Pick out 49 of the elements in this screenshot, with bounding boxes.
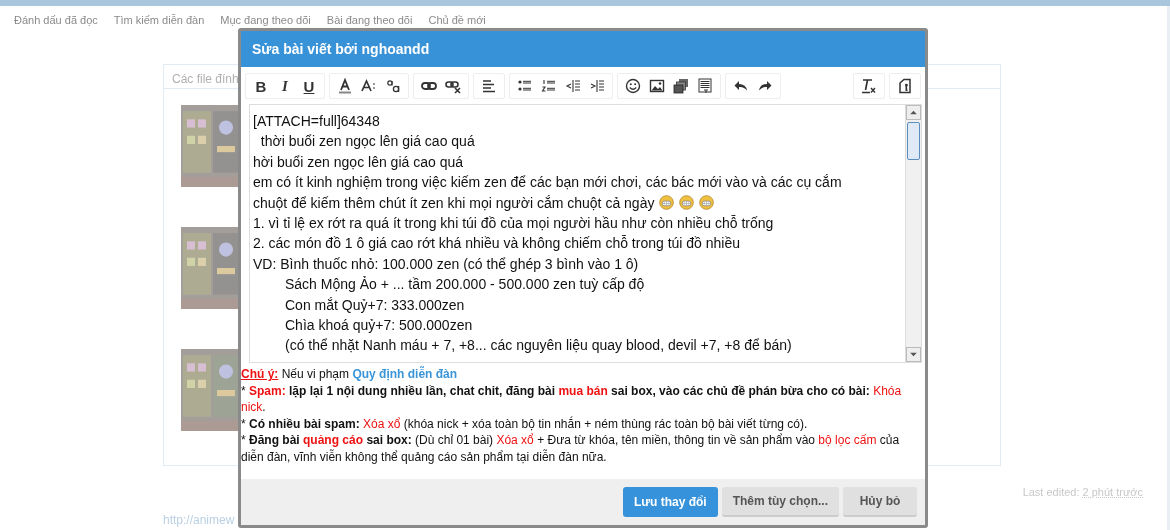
format-button[interactable]: I <box>275 77 295 95</box>
nav-link[interactable]: Tìm kiếm diễn đàn <box>113 14 205 34</box>
editor-line: 1. vì tỉ lệ ex rớt ra quá ít trong khi túi đồ của mọi người hầu như còn nhiều chỗ trống <box>253 214 775 234</box>
editor-line: Chìa khoá quỷ+7: 500.000zen <box>284 316 474 336</box>
attachments-title: Các file đính <box>172 72 239 86</box>
scrollbar-thumb[interactable] <box>907 122 920 160</box>
grin-emoticon-icon <box>679 195 695 211</box>
media-icon[interactable] <box>673 78 689 94</box>
image-icon[interactable] <box>649 78 665 94</box>
scroll-down-icon[interactable] <box>910 352 917 357</box>
editor-line: VD: Bình thuốc nhỏ: 100.000 zen (có thể ghép 3 bình vào 1 ô) <box>253 254 640 274</box>
source-mode-icon[interactable] <box>897 78 913 94</box>
dialog-button[interactable]: Thêm tùy chọn... <box>721 487 839 517</box>
grin-emoticon-icon <box>659 195 675 211</box>
bullet-list-icon[interactable] <box>517 78 533 94</box>
numbered-list-icon[interactable] <box>541 78 557 94</box>
template-icon[interactable] <box>697 78 713 94</box>
clear-formatting-icon[interactable] <box>861 78 877 94</box>
editor-line: [ATTACH=full]64348 <box>253 112 381 131</box>
unlink-icon[interactable] <box>445 78 461 94</box>
format-button[interactable]: U <box>299 77 319 95</box>
message-editor[interactable] <box>249 104 922 363</box>
rule-text: * Spam: lặp lại 1 nội dung nhiều lần, chat chit, đăng bài mua bán sai box, vào các chủ đề phán bừa cho có bài: Khóa nick. <box>241 382 903 416</box>
editor-line: em có ít kinh nghiệm trong việc kiếm zen để các bạn mới chơi, các bác mới vào và các cụ cắm <box>253 173 843 193</box>
grin-emoticon-icon <box>699 195 715 211</box>
editor-line: (có thể nhặt Nanh máu + 7, +8... các nguyên liệu quay blood, devil +7, +8 để bán) <box>284 336 793 356</box>
font-size-icon[interactable] <box>361 78 377 94</box>
editor-line: hời buổi zen ngọc lên giá cao quá <box>253 152 464 172</box>
editor-line: Sách Mộng Ảo + ... tầm 200.000 - 500.000 zen tuỳ cấp độ <box>284 275 646 295</box>
rule-text: * Đăng bài quảng cáo sai box: (Dù chỉ 01 bài) Xóa xổ + Đưa từ khóa, tên miền, thông tin về sản phẩm vào bộ lọc cấm của diễn đàn, vĩnh viễn không thể quảng cáo sản phẩm tại diễn đàn nữa. <box>241 432 901 465</box>
rule-text: * Có nhiều bài spam: Xóa xổ (khóa nick + xóa toàn bộ tin nhắn + ném thùng rác toàn bộ bài viết từng có). <box>241 415 809 432</box>
indent-icon[interactable] <box>589 78 605 94</box>
smiley-icon[interactable] <box>625 78 641 94</box>
editor-line: thời buổi zen ngọc lên giá cao quá <box>259 132 476 152</box>
format-button[interactable]: B <box>251 77 271 95</box>
editor-line: chuột để kiếm thêm chút ít zen khi mọi người cắm chuột cả ngày <box>253 193 655 213</box>
font-style-icon[interactable] <box>385 78 401 94</box>
save-button[interactable]: Lưu thay đổi <box>622 487 718 517</box>
rule-text: Chú ý: Nếu vi phạm Quy định diễn đàn <box>241 366 459 383</box>
align-left-icon[interactable] <box>481 78 497 94</box>
nav-link[interactable]: Đánh dấu đã đọc <box>14 14 98 34</box>
editor-scrollbar[interactable] <box>905 105 921 362</box>
editor-line: 2. các món đồ 1 ô giá cao rớt khá nhiều và không chiếm chỗ trong túi đồ nhiều <box>253 234 742 254</box>
dialog-button[interactable]: Hủy bỏ <box>843 487 917 517</box>
text-color-icon[interactable] <box>337 78 353 94</box>
outdent-icon[interactable] <box>565 78 581 94</box>
scroll-up-icon[interactable] <box>910 110 917 115</box>
dialog-title: Sửa bài viết bởi nghoandd <box>241 31 925 67</box>
editor-line: Con mắt Quỷ+7: 333.000zen <box>284 295 466 315</box>
